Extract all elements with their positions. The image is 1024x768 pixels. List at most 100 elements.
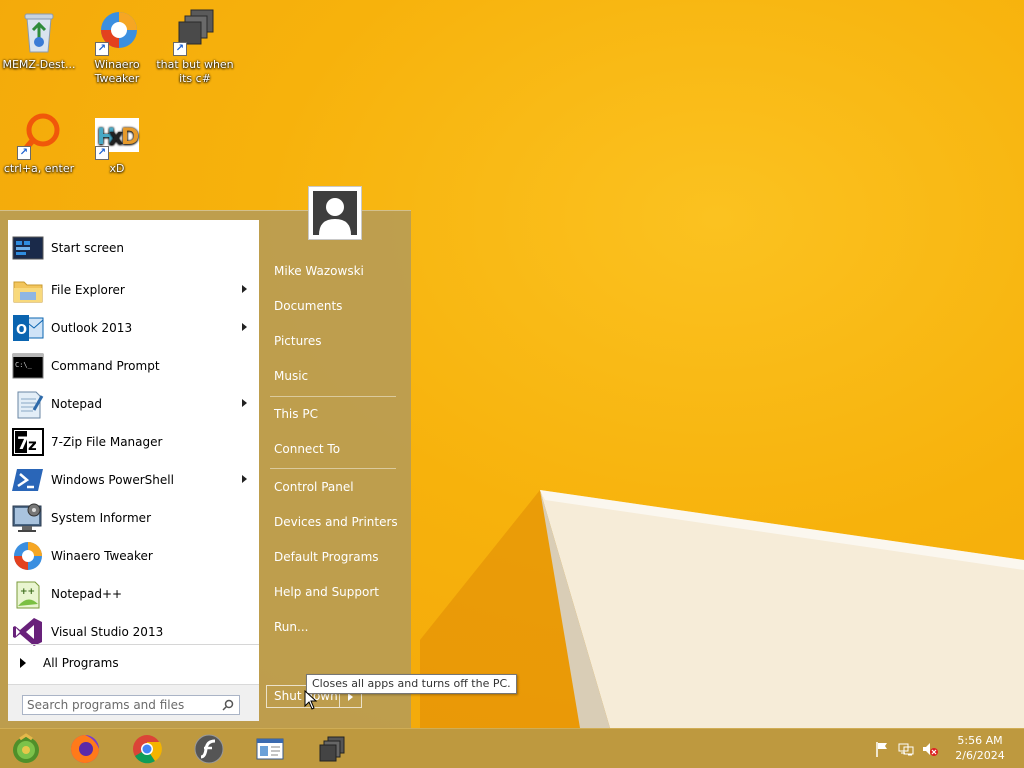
search-area	[8, 684, 259, 721]
submenu-arrow-icon	[242, 475, 247, 483]
flag-icon[interactable]	[874, 741, 890, 757]
control-panel-link[interactable]: Control Panel	[266, 472, 402, 502]
program-label: System Informer	[51, 511, 152, 525]
desktop-icon-xd[interactable]: H x D ↗ xD	[78, 112, 156, 176]
program-system-informer[interactable]: System Informer	[8, 500, 259, 536]
notepad-icon	[12, 388, 44, 420]
program-command-prompt[interactable]: C:\_ Command Prompt	[8, 348, 259, 384]
svg-text:O: O	[16, 323, 27, 338]
program-notepad[interactable]: Notepad	[8, 386, 259, 422]
divider	[270, 396, 396, 397]
desktop-icon-winaero[interactable]: ↗ Winaero Tweaker	[78, 8, 156, 86]
user-avatar-icon	[313, 191, 357, 235]
desktop-icon-label: xD	[109, 162, 125, 175]
program-label: Notepad++	[51, 587, 123, 601]
program-label: Visual Studio 2013	[51, 625, 164, 639]
desktop-icon-label: Winaero Tweaker	[94, 58, 140, 85]
search-icon[interactable]	[222, 699, 234, 711]
taskbar-flash[interactable]	[191, 732, 227, 766]
this-pc-link[interactable]: This PC	[266, 399, 402, 429]
notepadpp-icon: ++	[12, 578, 44, 610]
taskbar-window-app[interactable]	[252, 732, 288, 766]
all-programs-button[interactable]: All Programs	[8, 648, 259, 678]
search-input[interactable]	[23, 696, 221, 714]
powershell-icon	[12, 464, 44, 496]
recycle-bin-icon	[15, 8, 63, 56]
run-link[interactable]: Run...	[266, 612, 402, 642]
desktop-icon-label: that but when its c#	[156, 58, 234, 85]
all-programs-label: All Programs	[43, 656, 119, 670]
magnifier-app-icon: ↗	[15, 112, 63, 160]
documents-link[interactable]: Documents	[266, 291, 402, 321]
clock-time: 5:56 AM	[957, 734, 1003, 747]
flash-icon	[194, 734, 224, 764]
taskbar: 5:56 AM 2/6/2024	[0, 728, 1024, 768]
desktop-icon-label: ctrl+a, enter	[3, 162, 75, 175]
shortcut-arrow-icon: ↗	[173, 42, 187, 56]
help-support-link[interactable]: Help and Support	[266, 577, 402, 607]
svg-text:C:\_: C:\_	[15, 361, 33, 369]
submenu-arrow-icon	[242, 399, 247, 407]
desktop-icon-label: MEMZ-Dest...	[2, 58, 76, 71]
start-button[interactable]	[8, 732, 44, 766]
program-winaero-tweaker[interactable]: Winaero Tweaker	[8, 538, 259, 574]
program-label: 7-Zip File Manager	[51, 435, 163, 449]
shutdown-tooltip: Closes all apps and turns off the PC.	[306, 674, 517, 694]
stacked-windows-icon	[319, 736, 345, 762]
program-label: File Explorer	[51, 283, 125, 297]
program-label: Outlook 2013	[51, 321, 133, 335]
desktop-icon-that-but[interactable]: ↗ that but when its c#	[156, 8, 234, 86]
mouse-cursor-icon	[304, 690, 318, 710]
winaero-tweaker-icon	[12, 540, 44, 572]
start-menu: Start screen File Explorer O Outlook 201…	[0, 210, 411, 729]
program-label: Start screen	[51, 241, 125, 255]
user-name-link[interactable]: Mike Wazowski	[266, 256, 402, 286]
program-outlook[interactable]: O Outlook 2013	[8, 310, 259, 346]
start-screen-icon	[12, 232, 44, 264]
window-app-icon	[256, 738, 284, 760]
divider	[8, 644, 259, 645]
expand-arrow-icon	[20, 658, 26, 668]
program-7zip[interactable]: 7z 7-Zip File Manager	[8, 424, 259, 460]
desktop-icon-ctrl-a[interactable]: ↗ ctrl+a, enter	[0, 112, 78, 176]
devices-printers-link[interactable]: Devices and Printers	[266, 507, 402, 537]
system-informer-icon	[12, 502, 44, 534]
taskbar-chrome[interactable]	[129, 732, 165, 766]
search-box	[22, 695, 240, 715]
outlook-icon: O	[12, 312, 44, 344]
shortcut-arrow-icon: ↗	[95, 146, 109, 160]
user-avatar[interactable]	[308, 186, 362, 240]
program-start-screen[interactable]: Start screen	[8, 230, 259, 266]
taskbar-stacked-app[interactable]	[314, 732, 350, 766]
folder-icon	[12, 274, 44, 306]
speaker-muted-icon[interactable]	[922, 741, 938, 757]
network-icon[interactable]	[898, 741, 914, 757]
pictures-link[interactable]: Pictures	[266, 326, 402, 356]
start-orb-icon	[13, 733, 39, 763]
program-notepadpp[interactable]: ++ Notepad++	[8, 576, 259, 612]
default-programs-link[interactable]: Default Programs	[266, 542, 402, 572]
music-link[interactable]: Music	[266, 361, 402, 391]
clock-date: 2/6/2024	[955, 749, 1005, 762]
taskbar-firefox[interactable]	[67, 732, 103, 766]
connect-to-link[interactable]: Connect To	[266, 434, 402, 464]
stacked-windows-icon: ↗	[171, 8, 219, 56]
chrome-icon	[133, 735, 162, 764]
program-powershell[interactable]: Windows PowerShell	[8, 462, 259, 498]
divider	[270, 468, 396, 469]
hxd-icon: H x D ↗	[93, 112, 141, 160]
winaero-tweaker-icon: ↗	[93, 8, 141, 56]
submenu-arrow-icon	[242, 323, 247, 331]
submenu-arrow-icon	[242, 285, 247, 293]
start-menu-programs-panel: Start screen File Explorer O Outlook 201…	[8, 220, 259, 721]
clock[interactable]: 5:56 AM 2/6/2024	[944, 733, 1016, 763]
7zip-icon: 7z	[12, 426, 44, 458]
cmd-icon: C:\_	[12, 350, 44, 382]
desktop-icon-memz[interactable]: MEMZ-Dest...	[0, 8, 78, 72]
program-file-explorer[interactable]: File Explorer	[8, 272, 259, 308]
svg-text:D: D	[121, 125, 139, 150]
program-label: Winaero Tweaker	[51, 549, 153, 563]
program-label: Windows PowerShell	[51, 473, 174, 487]
program-label: Notepad	[51, 397, 102, 411]
firefox-icon	[71, 735, 99, 763]
